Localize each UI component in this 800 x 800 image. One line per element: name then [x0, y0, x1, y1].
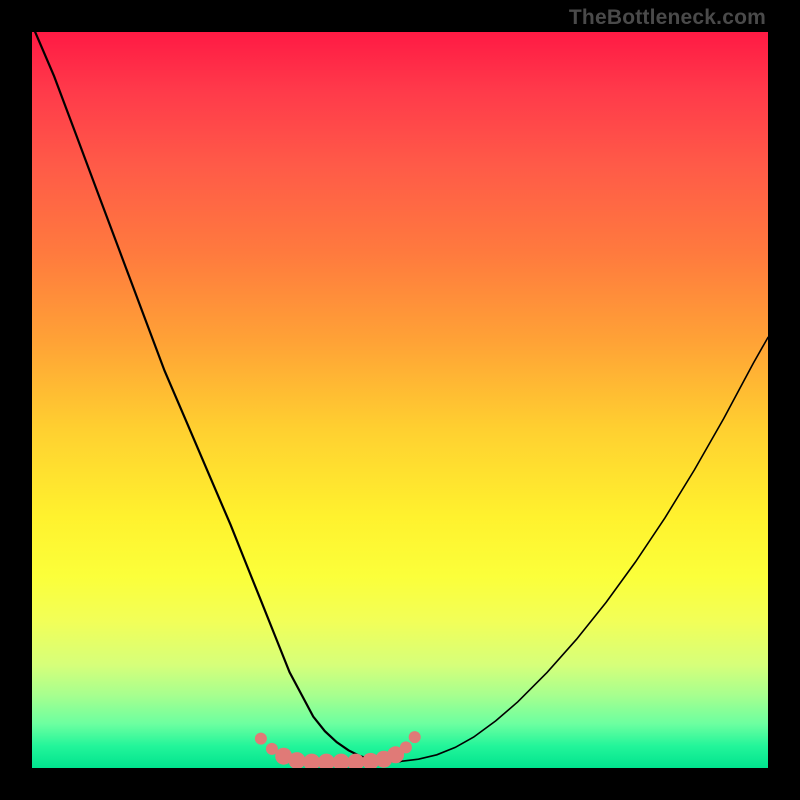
- plot-area: [32, 32, 768, 768]
- chart-svg: [32, 32, 768, 768]
- data-point-marker: [318, 754, 335, 768]
- data-point-marker: [303, 754, 320, 768]
- data-point-marker: [255, 733, 267, 745]
- data-point-marker: [333, 754, 350, 768]
- watermark-text: TheBottleneck.com: [569, 6, 766, 30]
- outer-frame: TheBottleneck.com: [0, 0, 800, 800]
- marker-group: [255, 731, 421, 768]
- data-point-marker: [409, 731, 421, 743]
- curve-right-branch: [400, 337, 768, 761]
- data-point-marker: [400, 741, 412, 753]
- curve-left-branch: [32, 32, 400, 761]
